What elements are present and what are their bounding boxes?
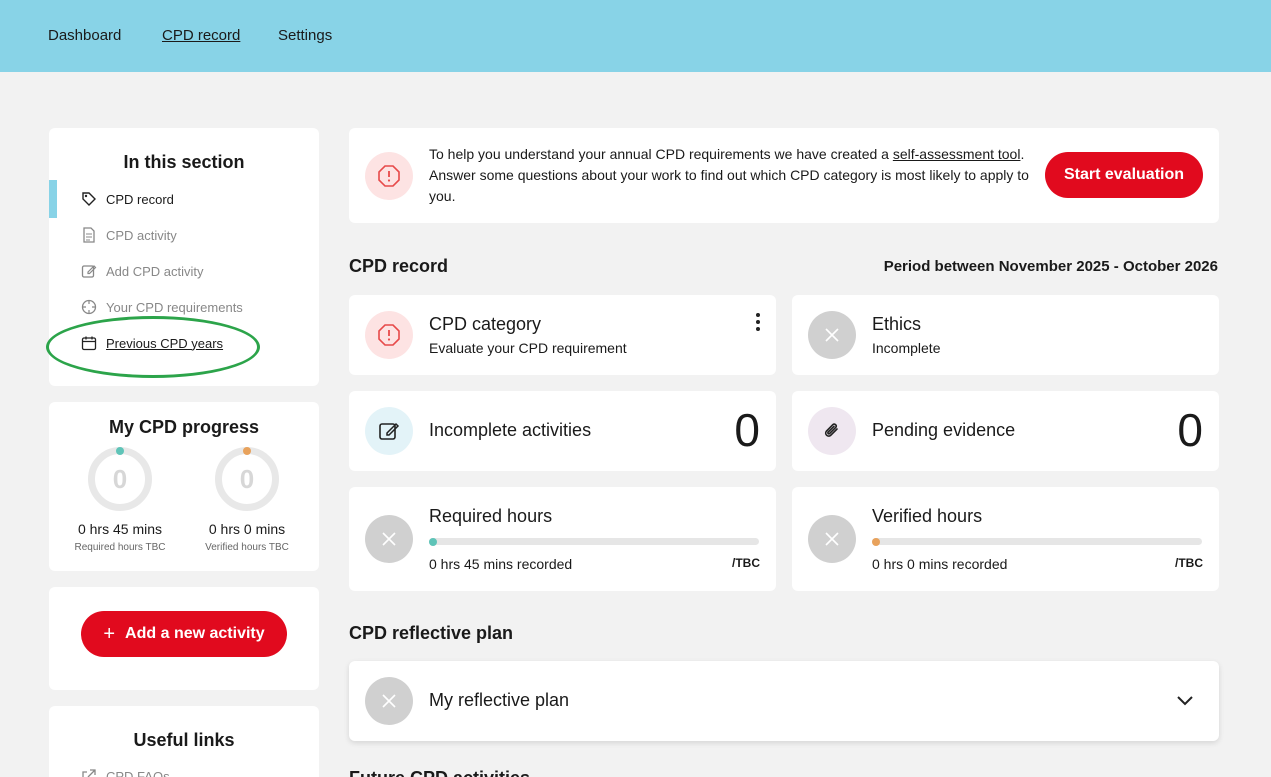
incomplete-count: 0 <box>734 404 760 456</box>
tile-title: Incomplete activities <box>429 420 592 440</box>
close-icon <box>365 515 413 563</box>
incomplete-activities-tile[interactable]: Incomplete activities 0 <box>349 391 776 471</box>
plus-icon: + <box>103 622 116 645</box>
section-nav-title: In this section <box>123 152 245 172</box>
verified-hours-tile[interactable]: Verified hours 0 hrs 0 mins recorded /TB… <box>792 487 1219 591</box>
target-icon <box>81 299 97 315</box>
useful-links-title: Useful links <box>133 730 235 750</box>
sidebar-item-label: CPD record <box>106 191 174 207</box>
progress-title: My CPD progress <box>108 417 260 437</box>
progress-marker <box>429 537 437 546</box>
external-link-icon <box>81 768 97 777</box>
verified-hours-progress-bar <box>872 537 1202 546</box>
verified-hours-value: 0 hrs 0 mins <box>208 521 286 537</box>
nav-dashboard-link[interactable]: Dashboard <box>48 27 121 44</box>
tile-title: CPD category <box>429 314 542 334</box>
useful-links-card: Useful links CPD FAQs <box>49 706 319 777</box>
useful-link-label: CPD FAQs <box>106 768 170 777</box>
hours-recorded: 0 hrs 0 mins recorded <box>872 556 1008 572</box>
document-icon <box>81 227 97 243</box>
banner-text-before: To help you understand your annual CPD r… <box>429 146 893 162</box>
chevron-down-icon[interactable] <box>1175 691 1195 716</box>
cpd-progress-card: My CPD progress 0 0 hrs 45 mins Required… <box>49 402 319 571</box>
paperclip-icon <box>808 407 856 455</box>
pending-count: 0 <box>1177 404 1203 456</box>
sidebar-item-cpd-record[interactable]: CPD record <box>49 181 319 217</box>
required-hours-progress-bar <box>429 537 759 546</box>
ring-value: 0 <box>239 463 255 494</box>
tile-title: Ethics <box>872 314 922 334</box>
ring-value: 0 <box>112 463 128 494</box>
required-hours-ring: 0 <box>88 447 152 511</box>
add-new-activity-button[interactable]: + Add a new activity <box>81 611 287 657</box>
alert-icon <box>365 152 413 200</box>
tile-title: Pending evidence <box>872 420 1016 440</box>
hours-target: /TBC <box>732 556 760 570</box>
pending-evidence-tile[interactable]: Pending evidence 0 <box>792 391 1219 471</box>
top-navigation-bar: Dashboard CPD record Settings <box>0 0 1271 72</box>
future-activities-heading: Future CPD activities <box>349 768 530 777</box>
reflective-plan-heading: CPD reflective plan <box>349 623 514 643</box>
sidebar-item-label: Add CPD activity <box>106 263 204 279</box>
sidebar-item-label: Your CPD requirements <box>106 299 243 315</box>
tag-icon <box>81 191 97 207</box>
required-hours-caption: Required hours TBC <box>74 542 166 553</box>
required-hours-tile[interactable]: Required hours 0 hrs 45 mins recorded /T… <box>349 487 776 591</box>
more-options-icon[interactable] <box>754 313 762 335</box>
useful-link-cpd-faqs[interactable]: CPD FAQs <box>49 758 319 777</box>
sidebar-item-label: CPD activity <box>106 227 177 243</box>
nav-cpd-record-link[interactable]: CPD record <box>162 27 240 44</box>
close-icon <box>808 515 856 563</box>
sidebar-item-cpd-activity[interactable]: CPD activity <box>49 217 319 253</box>
tile-subtitle: Incomplete <box>872 340 941 356</box>
banner-message: To help you understand your annual CPD r… <box>429 144 1029 207</box>
self-assessment-tool-link[interactable]: self-assessment tool <box>893 146 1021 162</box>
tile-title: My reflective plan <box>429 690 570 710</box>
tile-title: Required hours <box>429 506 553 526</box>
alert-icon <box>365 311 413 359</box>
reflective-plan-accordion[interactable]: My reflective plan <box>349 661 1219 741</box>
hours-target: /TBC <box>1175 556 1203 570</box>
close-icon <box>365 677 413 725</box>
edit-icon <box>81 263 97 279</box>
cpd-record-heading: CPD record <box>349 256 449 276</box>
sidebar-item-add-cpd-activity[interactable]: Add CPD activity <box>49 253 319 289</box>
ring-progress-marker <box>116 447 124 455</box>
period-label: Period between November 2025 - October 2… <box>883 258 1218 275</box>
nav-settings-link[interactable]: Settings <box>278 27 332 44</box>
add-activity-label: Add a new activity <box>125 625 265 642</box>
close-icon <box>808 311 856 359</box>
progress-marker <box>872 537 880 546</box>
verified-hours-caption: Verified hours TBC <box>205 542 289 553</box>
cpd-category-tile[interactable]: CPD category Evaluate your CPD requireme… <box>349 295 776 375</box>
required-hours-value: 0 hrs 45 mins <box>77 521 163 537</box>
verified-hours-ring: 0 <box>215 447 279 511</box>
hours-recorded: 0 hrs 45 mins recorded <box>429 556 573 572</box>
add-activity-card: + Add a new activity <box>49 587 319 690</box>
tile-title: Verified hours <box>872 506 983 526</box>
highlight-annotation-ellipse <box>46 316 260 378</box>
tile-subtitle: Evaluate your CPD requirement <box>429 340 627 356</box>
ethics-tile[interactable]: Ethics Incomplete <box>792 295 1219 375</box>
edit-icon <box>365 407 413 455</box>
ring-progress-marker <box>243 447 251 455</box>
start-evaluation-button[interactable]: Start evaluation <box>1045 152 1203 198</box>
self-assessment-banner: To help you understand your annual CPD r… <box>349 128 1219 223</box>
